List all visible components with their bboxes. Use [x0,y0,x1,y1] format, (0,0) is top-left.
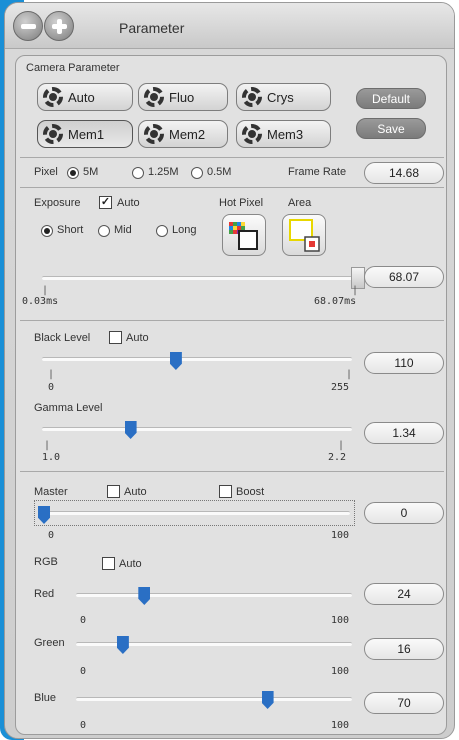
red-value: 24 [364,583,444,605]
save-button[interactable]: Save [356,118,426,139]
black-level-label: Black Level [34,332,91,344]
exposure-auto-label: Auto [117,197,140,209]
green-value: 16 [364,638,444,660]
area-select-icon [289,219,320,252]
exposure-long-label: Long [172,224,197,236]
red-label: Red [34,588,55,600]
pixel-0-5m-radio[interactable] [191,167,203,179]
hot-pixel-icon [229,222,258,250]
camera-parameter-label: Camera Parameter [26,62,120,74]
pixel-0-5m-label: 0.5M [207,166,232,178]
exposure-max-label: 68.07ms [314,296,357,307]
master-boost-label: Boost [236,486,265,498]
master-value: 0 [364,502,444,524]
exposure-long-radio[interactable] [156,225,168,237]
black-level-slider-track[interactable] [42,357,352,361]
frame-rate-label: Frame Rate [288,166,347,178]
black-level-auto-checkbox[interactable] [109,331,122,344]
exposure-value: 68.07 [364,266,444,288]
window-title: Parameter [119,20,185,36]
red-min: 0 [80,615,87,626]
divider [20,320,444,321]
gear-icon [242,124,262,144]
gear-icon [144,124,164,144]
blue-slider-track[interactable] [76,697,352,701]
master-auto-checkbox[interactable] [107,485,120,498]
green-min: 0 [80,666,87,677]
exposure-mid-label: Mid [114,224,132,236]
green-label: Green [34,637,65,649]
pixel-5m-radio[interactable] [67,167,79,179]
black-level-max: 255 [331,382,350,393]
black-level-min: 0 [48,382,55,393]
preset-mem3-button[interactable]: Mem3 [236,120,331,148]
divider [20,187,444,188]
rgb-auto-label: Auto [119,558,142,570]
gamma-level-min: 1.0 [42,452,61,463]
gamma-level-max: 2.2 [328,452,347,463]
black-level-slider-thumb[interactable] [169,352,182,370]
pixel-1-25m-radio[interactable] [132,167,144,179]
divider [20,471,444,472]
preset-mem1-button[interactable]: Mem1 [37,120,133,148]
exposure-slider-track[interactable] [42,276,358,280]
parameter-panel: Camera Parameter Auto Fluo Crys Mem1 Mem… [15,55,447,735]
red-slider-track[interactable] [76,593,352,597]
blue-max: 100 [331,720,350,731]
blue-value: 70 [364,692,444,714]
area-label: Area [288,197,312,209]
gamma-level-label: Gamma Level [34,402,103,414]
blue-label: Blue [34,692,57,704]
hot-pixel-label: Hot Pixel [219,197,264,209]
area-button[interactable] [282,214,326,256]
exposure-label: Exposure [34,197,81,209]
expand-plus-icon[interactable] [44,11,74,41]
exposure-mid-radio[interactable] [98,225,110,237]
green-slider-thumb[interactable] [116,636,129,654]
frame-rate-value: 14.68 [364,162,444,184]
black-level-value: 110 [364,352,444,374]
hot-pixel-button[interactable] [222,214,266,256]
pixel-5m-label: 5M [83,166,99,178]
red-slider-thumb[interactable] [138,587,151,605]
gear-icon [43,124,63,144]
master-boost-checkbox[interactable] [219,485,232,498]
preset-fluo-button[interactable]: Fluo [138,83,228,111]
master-max: 100 [331,530,350,541]
blue-min: 0 [80,720,87,731]
preset-crys-button[interactable]: Crys [236,83,331,111]
master-auto-label: Auto [124,486,147,498]
exposure-auto-checkbox[interactable]: ✓ [99,196,112,209]
blue-slider-thumb[interactable] [261,691,274,709]
exposure-min-label: 0.03ms [22,296,59,307]
title-bar[interactable]: Parameter [5,3,454,49]
default-button[interactable]: Default [356,88,426,109]
rgb-auto-checkbox[interactable] [102,557,115,570]
preset-mem2-button[interactable]: Mem2 [138,120,228,148]
gamma-level-value: 1.34 [364,422,444,444]
red-max: 100 [331,615,350,626]
pixel-1-25m-label: 1.25M [148,166,179,178]
gamma-level-slider-thumb[interactable] [124,421,137,439]
preset-auto-button[interactable]: Auto [37,83,133,111]
gear-icon [43,87,63,107]
master-min: 0 [48,530,55,541]
gamma-level-slider-track[interactable] [42,427,352,431]
gear-icon [144,87,164,107]
exposure-short-radio[interactable] [41,225,53,237]
master-label: Master [34,486,68,498]
rgb-label: RGB [34,556,58,568]
exposure-short-label: Short [57,224,84,236]
parameter-window: Parameter Camera Parameter Auto Fluo Cry… [4,2,455,739]
collapse-minus-icon[interactable] [13,11,43,41]
divider [20,157,444,158]
green-max: 100 [331,666,350,677]
master-slider-track[interactable] [44,511,350,515]
pixel-label: Pixel [34,166,58,178]
black-level-auto-label: Auto [126,332,149,344]
gear-icon [242,87,262,107]
